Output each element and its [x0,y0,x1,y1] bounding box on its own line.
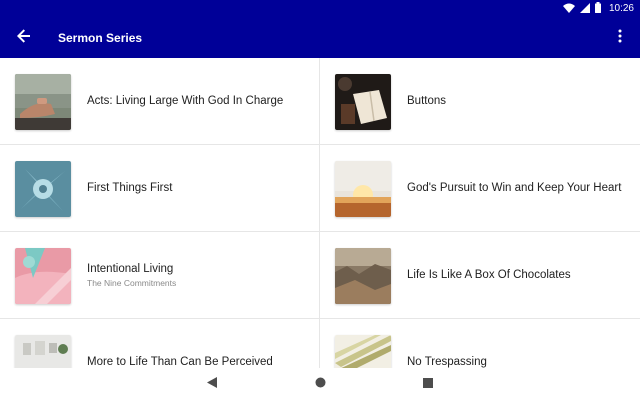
series-title: Intentional Living [87,262,174,275]
signal-icon [579,0,590,18]
series-item-text: Acts: Living Large With God In Charge [87,58,307,144]
series-title: Buttons [407,95,446,107]
series-item-text: Life Is Like A Box Of Chocolates [407,232,627,318]
battery-icon [594,0,601,18]
series-item-text: No Trespassing [407,319,627,368]
series-title: Acts: Living Large With God In Charge [87,95,284,107]
app-bar: Sermon Series [0,18,640,58]
series-item-text: Intentional Living The Nine Commitments [87,232,307,318]
series-thumbnail-first-things-first [15,161,71,217]
arrow-back-icon [17,28,31,48]
series-item-text: Buttons [407,58,627,144]
status-icons: 10:26 [562,0,634,18]
series-item-text: God's Pursuit to Win and Keep Your Heart [407,145,627,231]
nav-back-button[interactable] [202,374,222,394]
back-triangle-icon [207,375,217,393]
series-thumbnail-no-trespassing [335,335,391,368]
series-title: Life Is Like A Box Of Chocolates [407,269,571,281]
series-thumbnail-gods-pursuit [335,161,391,217]
series-thumbnail-more-to-life [15,335,71,368]
series-thumbnail-life-is-like [335,248,391,304]
wifi-icon [562,0,575,18]
series-title: First Things First [87,182,173,194]
back-button[interactable] [12,27,36,49]
more-vert-icon [618,29,622,48]
series-thumbnail-acts [15,74,71,130]
recents-square-icon [423,375,433,393]
series-item-buttons[interactable]: Buttons [320,58,640,145]
nav-home-button[interactable] [310,374,330,394]
sermon-series-list: Acts: Living Large With God In Charge Bu… [0,58,640,368]
series-thumbnail-buttons [335,74,391,130]
nav-recents-button[interactable] [418,374,438,394]
series-item-no-trespassing[interactable]: No Trespassing [320,319,640,368]
system-nav-bar [0,368,640,400]
series-title: More to Life Than Can Be Perceived [87,356,273,368]
page-title: Sermon Series [58,31,143,45]
status-time: 10:26 [608,3,634,14]
series-item-intentional-living[interactable]: Intentional Living The Nine Commitments [0,232,320,319]
series-title: No Trespassing [407,356,487,368]
series-item-gods-pursuit[interactable]: God's Pursuit to Win and Keep Your Heart [320,145,640,232]
series-title: God's Pursuit to Win and Keep Your Heart [407,182,622,194]
series-item-text: First Things First [87,145,307,231]
series-subtitle: The Nine Commitments [87,277,177,288]
series-thumbnail-intentional-living [15,248,71,304]
series-item-acts[interactable]: Acts: Living Large With God In Charge [0,58,320,145]
overflow-menu-button[interactable] [610,28,630,48]
series-item-text: More to Life Than Can Be Perceived [87,319,307,368]
series-item-first-things-first[interactable]: First Things First [0,145,320,232]
status-bar: 10:26 [0,0,640,18]
series-item-more-to-life[interactable]: More to Life Than Can Be Perceived [0,319,320,368]
series-item-life-is-like[interactable]: Life Is Like A Box Of Chocolates [320,232,640,319]
home-circle-icon [315,375,326,393]
